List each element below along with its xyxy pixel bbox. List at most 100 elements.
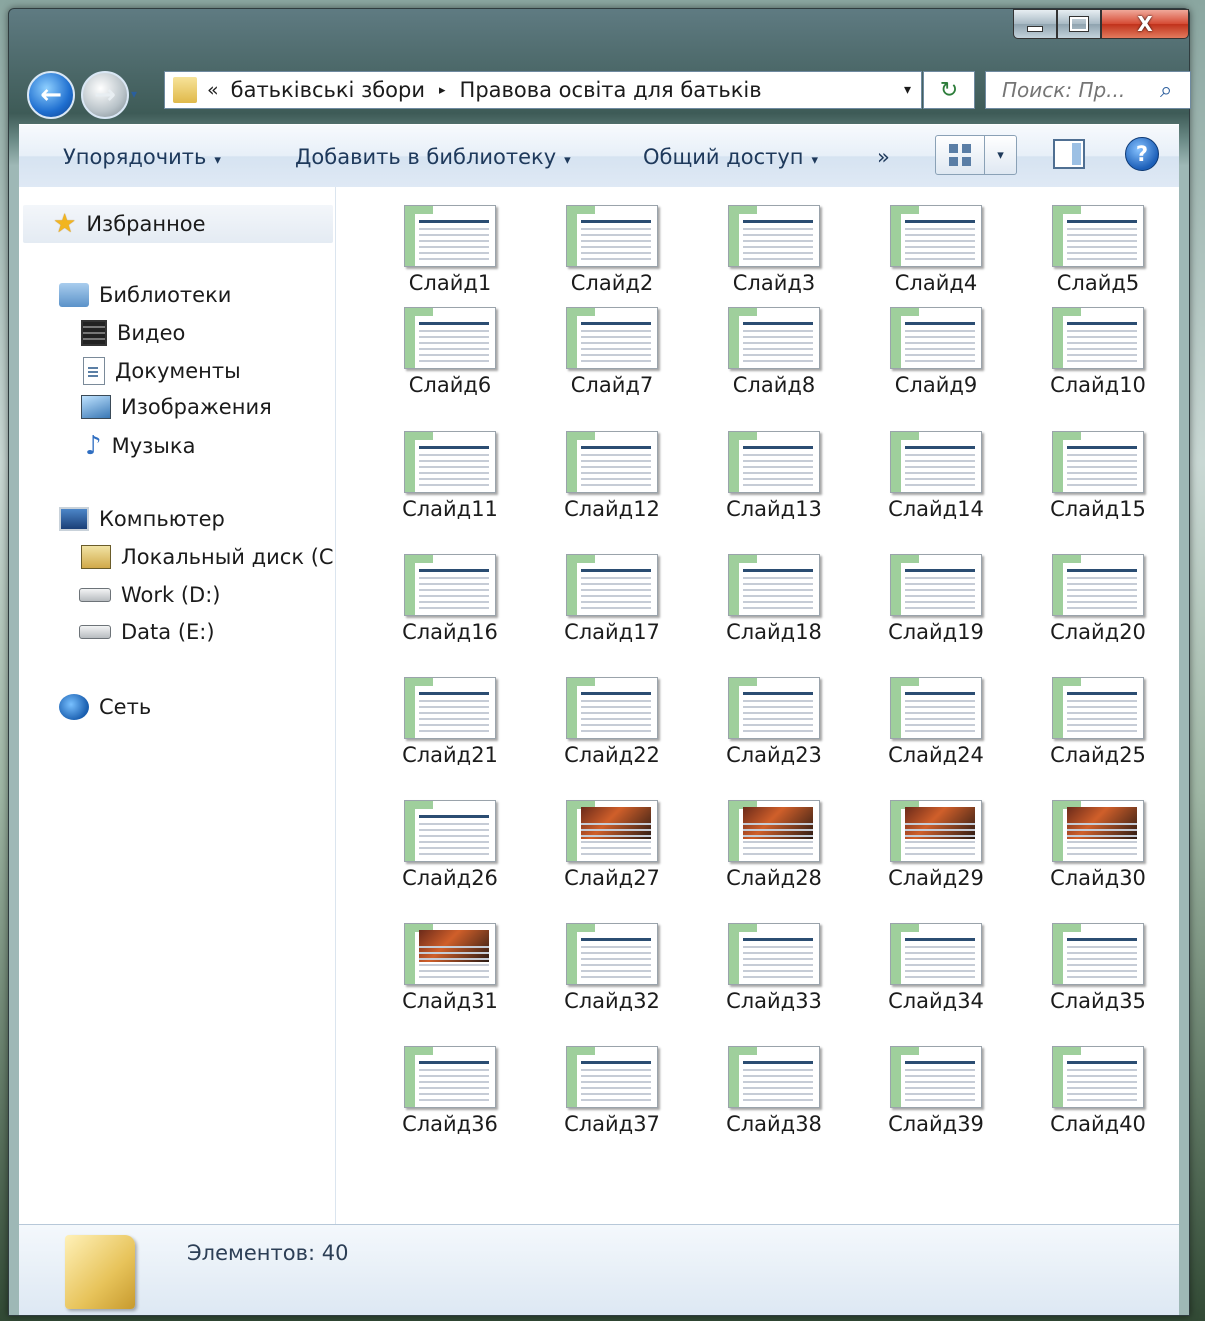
add-to-library-button[interactable]: Добавить в библиотеку ▾ [295,145,571,169]
file-item[interactable]: Слайд1 [375,205,525,295]
music-icon: ♪ [85,431,102,461]
file-item[interactable]: Слайд15 [1023,431,1173,521]
slide-thumbnail-icon [1052,307,1144,369]
nav-item-favorites[interactable]: ★ Избранное [23,205,333,243]
file-item[interactable]: Слайд9 [861,307,1011,397]
file-item[interactable]: Слайд11 [375,431,525,521]
search-icon[interactable]: ⌕ [1160,78,1172,103]
slide-thumbnail-icon [728,554,820,616]
file-item[interactable]: Слайд5 [1023,205,1173,295]
breadcrumb-item[interactable]: Правова освіта для батьків [460,78,762,102]
file-item[interactable]: Слайд6 [375,307,525,397]
file-label: Слайд32 [564,989,660,1013]
nav-label: Видео [117,321,186,345]
maximize-icon [1069,16,1089,32]
file-item[interactable]: Слайд24 [861,677,1011,767]
nav-item-video[interactable]: Видео [81,320,185,346]
file-label: Слайд6 [408,373,492,397]
address-row: ← → ▾ « батьківські збори ▸ Правова осві… [19,69,1191,119]
close-button[interactable]: X [1101,9,1189,39]
change-view-button[interactable]: ▾ [935,135,1017,175]
recent-pages-dropdown[interactable]: ▾ [131,87,137,101]
file-item[interactable]: Слайд26 [375,800,525,890]
file-item[interactable]: Слайд10 [1023,307,1173,397]
file-item[interactable]: Слайд30 [1023,800,1173,890]
file-item[interactable]: Слайд23 [699,677,849,767]
file-item[interactable]: Слайд35 [1023,923,1173,1013]
help-icon[interactable]: ? [1125,137,1159,171]
file-item[interactable]: Слайд25 [1023,677,1173,767]
file-item[interactable]: Слайд19 [861,554,1011,644]
file-item[interactable]: Слайд2 [537,205,687,295]
file-item[interactable]: Слайд36 [375,1046,525,1136]
address-bar[interactable]: « батьківські збори ▸ Правова освіта для… [164,71,922,109]
organize-button[interactable]: Упорядочить ▾ [63,145,221,169]
nav-item-network[interactable]: Сеть [59,694,151,720]
file-item[interactable]: Слайд4 [861,205,1011,295]
nav-item-music[interactable]: ♪ Музыка [85,431,195,461]
file-item[interactable]: Слайд39 [861,1046,1011,1136]
file-item[interactable]: Слайд20 [1023,554,1173,644]
view-dropdown-icon[interactable]: ▾ [985,136,1016,174]
folder-icon [65,1235,135,1309]
file-item[interactable]: Слайд12 [537,431,687,521]
back-button[interactable]: ← [27,71,75,119]
breadcrumb-overflow[interactable]: « [207,79,219,101]
file-item[interactable]: Слайд31 [375,923,525,1013]
file-item[interactable]: Слайд37 [537,1046,687,1136]
file-item[interactable]: Слайд22 [537,677,687,767]
address-dropdown-icon[interactable]: ▾ [904,82,911,98]
file-item[interactable]: Слайд33 [699,923,849,1013]
preview-pane-icon[interactable] [1053,139,1085,169]
slide-thumbnail-icon [566,923,658,985]
maximize-button[interactable] [1057,9,1101,39]
minimize-button[interactable] [1013,9,1057,39]
nav-item-libraries[interactable]: Библиотеки [59,283,231,307]
file-label: Слайд28 [726,866,822,890]
file-item[interactable]: Слайд3 [699,205,849,295]
search-box[interactable]: ⌕ [985,71,1191,109]
system-disk-icon [81,545,111,569]
file-item[interactable]: Слайд32 [537,923,687,1013]
file-item[interactable]: Слайд13 [699,431,849,521]
file-item[interactable]: Слайд28 [699,800,849,890]
search-input[interactable] [1000,77,1154,103]
file-item[interactable]: Слайд7 [537,307,687,397]
view-grid-icon[interactable] [936,136,985,174]
slide-thumbnail-icon [404,923,496,985]
nav-item-images[interactable]: Изображения [81,395,272,419]
file-label: Слайд21 [402,743,498,767]
slide-thumbnail-icon [404,800,496,862]
nav-item-local-disk[interactable]: Локальный диск (C [81,545,334,569]
breadcrumb-item[interactable]: батьківські збори [231,78,425,102]
file-item[interactable]: Слайд34 [861,923,1011,1013]
file-item[interactable]: Слайд27 [537,800,687,890]
file-label: Слайд8 [732,373,816,397]
nav-item-documents[interactable]: Документы [83,357,241,385]
file-item[interactable]: Слайд14 [861,431,1011,521]
slide-thumbnail-icon [728,923,820,985]
more-commands-button[interactable]: » [877,145,890,169]
breadcrumb-separator-icon[interactable]: ▸ [439,83,446,98]
file-item[interactable]: Слайд40 [1023,1046,1173,1136]
slide-thumbnail-icon [566,205,658,267]
file-item[interactable]: Слайд8 [699,307,849,397]
image-icon [81,395,111,419]
nav-label: Сеть [99,695,152,719]
file-item[interactable]: Слайд18 [699,554,849,644]
file-label: Слайд35 [1050,989,1146,1013]
nav-item-work-drive[interactable]: Work (D:) [79,583,220,607]
file-item[interactable]: Слайд17 [537,554,687,644]
file-item[interactable]: Слайд16 [375,554,525,644]
forward-button[interactable]: → [81,71,129,119]
organize-label: Упорядочить [63,145,207,169]
file-item[interactable]: Слайд29 [861,800,1011,890]
share-button[interactable]: Общий доступ ▾ [643,145,818,169]
file-item[interactable]: Слайд21 [375,677,525,767]
slide-thumbnail-icon [890,677,982,739]
file-item[interactable]: Слайд38 [699,1046,849,1136]
file-label: Слайд2 [570,271,654,295]
nav-item-computer[interactable]: Компьютер [59,507,225,531]
nav-item-data-drive[interactable]: Data (E:) [79,620,215,644]
refresh-button[interactable]: ↻ [923,71,975,109]
